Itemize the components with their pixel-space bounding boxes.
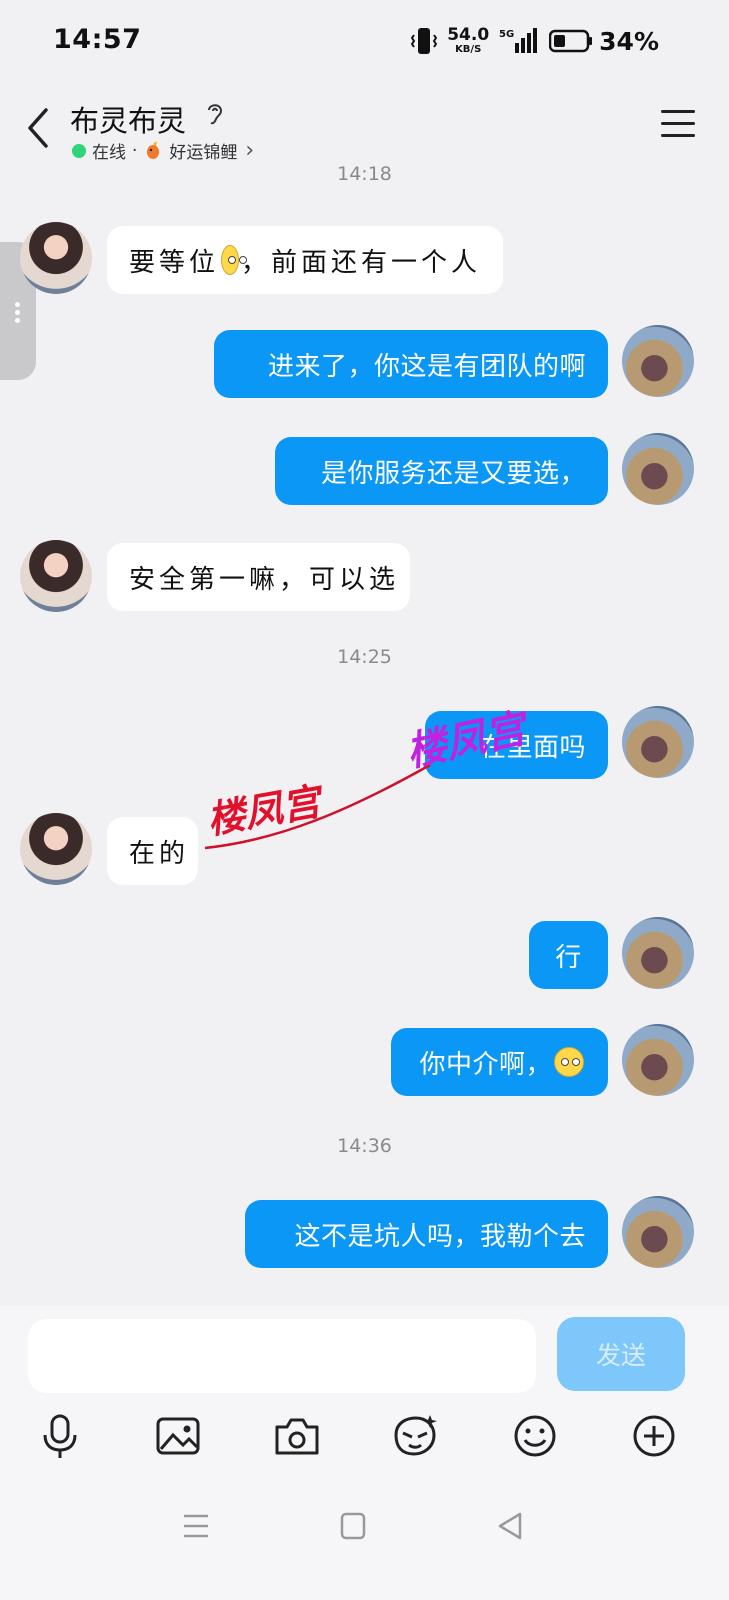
message-text: 你中介啊，	[419, 1049, 552, 1080]
composer: 发送	[0, 1306, 729, 1600]
message-bubble-incoming[interactable]: 在的	[107, 817, 198, 885]
send-button[interactable]: 发送	[557, 1317, 685, 1391]
home-icon[interactable]	[333, 1506, 373, 1546]
message-text: 这不是坑人吗，我勒个去	[294, 1221, 586, 1252]
emoji-icon[interactable]	[510, 1411, 560, 1461]
online-status-text: 在线	[92, 143, 126, 163]
shocked-emoji-icon	[554, 1047, 584, 1077]
message-bubble-outgoing[interactable]: 行	[529, 921, 608, 989]
timestamp: 14:18	[337, 163, 392, 185]
chat-header: 布灵布灵 在线 · 好运锦鲤 ›	[0, 90, 729, 170]
message-text: 安全第一嘛，可以选	[129, 564, 400, 595]
message-bubble-incoming[interactable]: 安全第一嘛，可以选	[107, 543, 410, 611]
user-avatar[interactable]	[622, 433, 694, 505]
separator: ·	[132, 140, 138, 161]
vibrate-icon	[411, 28, 438, 54]
svg-text:5G: 5G	[499, 29, 514, 40]
user-avatar[interactable]	[622, 1196, 694, 1268]
status-time: 14:57	[53, 24, 142, 55]
camera-icon[interactable]	[272, 1411, 322, 1461]
plus-icon[interactable]	[629, 1411, 679, 1461]
message-bubble-incoming[interactable]: 要等位 ，前面还有一个人	[107, 226, 503, 294]
battery-icon	[549, 29, 593, 53]
net-speed-unit: KB/S	[455, 44, 482, 55]
status-tag: 好运锦鲤	[169, 143, 238, 163]
presence-line[interactable]: 在线 · 好运锦鲤 ›	[72, 138, 254, 163]
ear-icon	[208, 104, 223, 125]
microphone-icon[interactable]	[35, 1411, 85, 1461]
image-icon[interactable]	[153, 1411, 203, 1461]
message-text: 进来了，你这是有团队的啊	[267, 351, 586, 382]
signal-5g-icon: 5G	[499, 28, 538, 53]
status-bar: 14:57 54.0 KB/S 5G 34%	[0, 0, 729, 80]
status-indicators: 54.0 KB/S 5G 34%	[411, 24, 659, 58]
contact-avatar[interactable]	[20, 222, 92, 294]
message-text: 要等位	[129, 247, 220, 278]
message-text: 在的	[129, 838, 190, 869]
contact-avatar[interactable]	[20, 540, 92, 612]
back-icon[interactable]	[20, 104, 56, 152]
message-text: 行	[555, 942, 582, 973]
message-bubble-outgoing[interactable]: 你中介啊，	[391, 1028, 608, 1096]
contact-avatar[interactable]	[20, 813, 92, 885]
menu-icon[interactable]	[661, 110, 695, 140]
chevron-right-icon: ›	[245, 138, 255, 163]
koi-fish-icon	[147, 140, 160, 159]
user-avatar[interactable]	[622, 1024, 694, 1096]
back-nav-icon[interactable]	[490, 1506, 530, 1546]
online-status-dot	[72, 143, 86, 158]
timestamp: 14:25	[337, 646, 392, 668]
user-avatar[interactable]	[622, 706, 694, 778]
message-bubble-outgoing[interactable]: 是你服务还是又要选，	[275, 437, 608, 505]
battery-percent: 34%	[599, 26, 659, 56]
message-input[interactable]	[28, 1319, 536, 1393]
user-avatar[interactable]	[622, 917, 694, 989]
user-avatar[interactable]	[622, 325, 694, 397]
eyeroll-emoji-icon	[221, 245, 247, 275]
net-speed: 54.0 KB/S	[447, 27, 489, 55]
recent-apps-icon[interactable]	[176, 1506, 216, 1546]
timestamp: 14:36	[337, 1135, 392, 1157]
message-bubble-outgoing[interactable]: 这不是坑人吗，我勒个去	[245, 1200, 608, 1268]
net-speed-value: 54.0	[447, 25, 490, 45]
message-text: 是你服务还是又要选，	[320, 458, 586, 489]
battery: 34%	[549, 27, 659, 56]
message-text: ，前面还有一个人	[240, 247, 481, 278]
message-bubble-outgoing[interactable]: 进来了，你这是有团队的啊	[214, 330, 608, 398]
sticker-icon[interactable]	[390, 1411, 440, 1461]
chat-title[interactable]: 布灵布灵	[70, 98, 186, 140]
